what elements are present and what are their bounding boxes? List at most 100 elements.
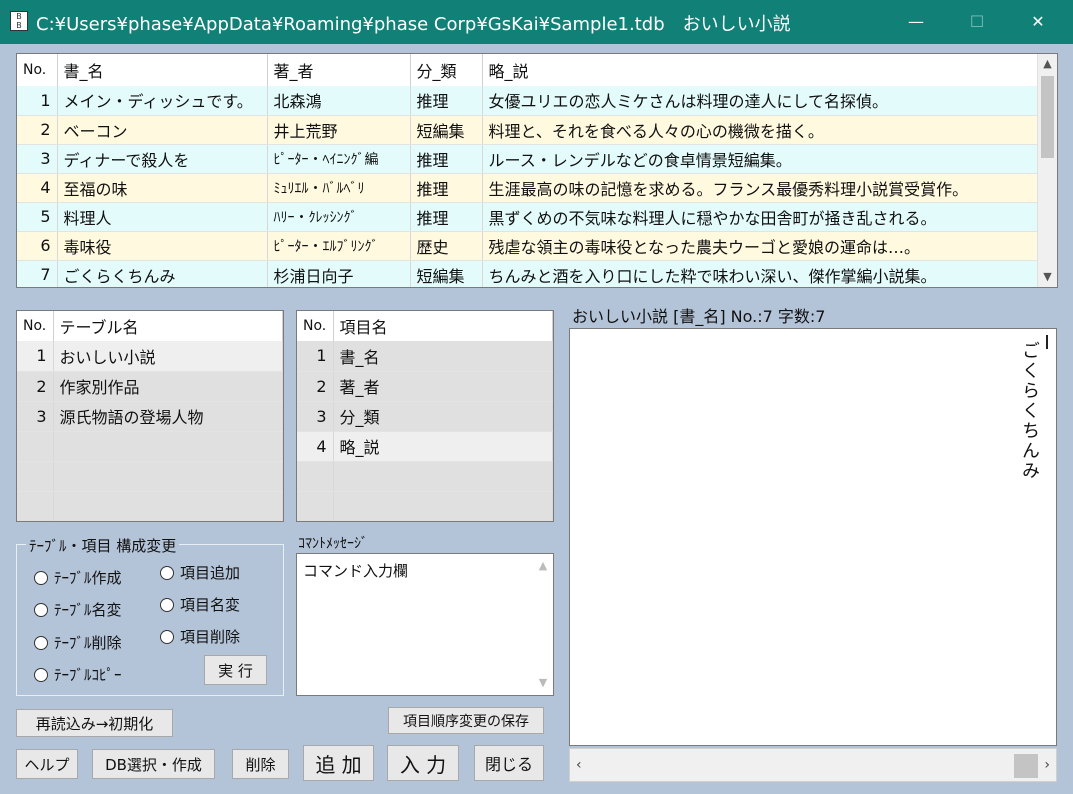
list-item[interactable]: 3 分_類	[297, 401, 553, 432]
col-header-title[interactable]: 書_名	[57, 54, 268, 86]
col-header-category[interactable]: 分_類	[410, 54, 483, 86]
cell-summary[interactable]: 料理と、それを食べる人々の心の機微を描く。	[482, 115, 1038, 145]
db-select-button[interactable]: DB選択・作成	[92, 749, 215, 779]
cell-no[interactable]: 4	[17, 173, 58, 203]
scroll-right-icon[interactable]: ›	[1044, 757, 1050, 773]
preview-hscrollbar[interactable]: ‹ ›	[569, 748, 1057, 782]
scroll-left-icon[interactable]: ‹	[576, 757, 582, 773]
close-button[interactable]: 閉じる	[474, 745, 544, 781]
reload-button[interactable]: 再読込み→初期化	[16, 709, 173, 737]
col-header-author[interactable]: 著_者	[267, 54, 411, 86]
table-row[interactable]: 6 毒味役 ﾋﾟｰﾀｰ・ｴﾙﾌﾞﾘﾝｸﾞ 歴史 残虐な領主の毒味役となった農夫ウ…	[17, 231, 1038, 261]
cell-no[interactable]: 3	[17, 401, 54, 432]
radio-table-copy[interactable]: ﾃｰﾌﾞﾙｺﾋﾟｰ	[34, 664, 122, 685]
cell-summary[interactable]: ルース・レンデルなどの食卓情景短編集。	[482, 144, 1038, 174]
scroll-up-icon[interactable]: ▲	[533, 556, 553, 576]
execute-button[interactable]: 実 行	[204, 655, 267, 685]
cell-title[interactable]: ごくらくちんみ	[57, 260, 268, 287]
save-order-button[interactable]: 項目順序変更の保存	[388, 707, 544, 734]
records-scrollbar[interactable]: ▲ ▼	[1037, 54, 1057, 287]
list-item[interactable]: 1 おいしい小説	[17, 341, 283, 372]
input-button[interactable]: 入 力	[387, 745, 459, 781]
cell-author[interactable]: 北森鴻	[267, 86, 411, 116]
command-scrollbar[interactable]: ▲ ▼	[533, 554, 553, 695]
minimize-button[interactable]: —	[893, 0, 939, 44]
scroll-down-icon[interactable]: ▼	[1038, 267, 1057, 287]
cell-category[interactable]: 推理	[410, 173, 483, 203]
radio-table-rename[interactable]: ﾃｰﾌﾞﾙ名変	[34, 599, 122, 620]
radio-field-add[interactable]: 項目追加	[160, 562, 240, 583]
col-header-summary[interactable]: 略_説	[482, 54, 1038, 86]
cell-no[interactable]: 1	[297, 341, 334, 372]
cell-table-name[interactable]: 源氏物語の登場人物	[53, 401, 283, 432]
cell-field-name[interactable]: 分_類	[333, 401, 553, 432]
cell-author[interactable]: 井上荒野	[267, 115, 411, 145]
cell-table-name[interactable]: 作家別作品	[53, 371, 283, 402]
command-input[interactable]: コマンド入力欄 ▲ ▼	[296, 553, 554, 696]
cell-title[interactable]: 至福の味	[57, 173, 268, 203]
radio-field-delete[interactable]: 項目削除	[160, 626, 240, 647]
list-item[interactable]: 1 書_名	[297, 341, 553, 372]
cell-no[interactable]: 5	[17, 202, 58, 232]
table-row[interactable]: 7 ごくらくちんみ 杉浦日向子 短編集 ちんみと酒を入り口にした粋で味わい深い、…	[17, 260, 1038, 287]
cell-field-name[interactable]: 書_名	[333, 341, 553, 372]
cell-category[interactable]: 歴史	[410, 231, 483, 261]
cell-summary[interactable]: 残虐な領主の毒味役となった農夫ウーゴと愛娘の運命は…。	[482, 231, 1038, 261]
cell-author[interactable]: ﾋﾟｰﾀｰ・ﾍｲﾆﾝｸﾞ編	[267, 144, 411, 174]
cell-category[interactable]: 推理	[410, 202, 483, 232]
scroll-thumb[interactable]	[1014, 754, 1038, 778]
table-row[interactable]: 5 料理人 ﾊﾘｰ・ｸﾚｯｼﾝｸﾞ 推理 黒ずくめの不気味な料理人に穏やかな田舎…	[17, 202, 1038, 232]
cell-title[interactable]: 料理人	[57, 202, 268, 232]
cell-field-name[interactable]: 著_者	[333, 371, 553, 402]
cell-no[interactable]: 1	[17, 341, 54, 372]
scroll-down-icon[interactable]: ▼	[533, 673, 553, 693]
list-item[interactable]: 2 著_者	[297, 371, 553, 402]
cell-title[interactable]: ディナーで殺人を	[57, 144, 268, 174]
cell-field-name[interactable]: 略_説	[333, 431, 553, 462]
col-header-no[interactable]: No.	[17, 54, 58, 86]
help-button[interactable]: ヘルプ	[16, 749, 78, 779]
cell-no[interactable]: 2	[17, 371, 54, 402]
cell-category[interactable]: 推理	[410, 86, 483, 116]
table-row[interactable]: 2 ベーコン 井上荒野 短編集 料理と、それを食べる人々の心の機微を描く。	[17, 115, 1038, 145]
list-item[interactable]: 2 作家別作品	[17, 371, 283, 402]
radio-table-delete[interactable]: ﾃｰﾌﾞﾙ削除	[34, 632, 122, 653]
cell-category[interactable]: 推理	[410, 144, 483, 174]
cell-table-name[interactable]: おいしい小説	[53, 341, 283, 372]
cell-title[interactable]: 毒味役	[57, 231, 268, 261]
cell-title[interactable]: メイン・ディッシュです。	[57, 86, 268, 116]
cell-no[interactable]: 4	[297, 431, 334, 462]
maximize-button[interactable]: ☐	[954, 0, 1000, 44]
cell-no[interactable]: 3	[297, 401, 334, 432]
cell-no[interactable]: 2	[297, 371, 334, 402]
cell-no[interactable]: 2	[17, 115, 58, 145]
delete-button[interactable]: 削除	[232, 749, 289, 779]
cell-summary[interactable]: 生涯最高の味の記憶を求める。フランス最優秀料理小説賞受賞作。	[482, 173, 1038, 203]
list-item[interactable]: 3 源氏物語の登場人物	[17, 401, 283, 432]
table-row[interactable]: 1 メイン・ディッシュです。 北森鴻 推理 女優ユリエの恋人ミケさんは料理の達人…	[17, 86, 1038, 116]
list-item[interactable]: 4 略_説	[297, 431, 553, 462]
add-button[interactable]: 追 加	[303, 745, 374, 781]
cell-author[interactable]: ﾊﾘｰ・ｸﾚｯｼﾝｸﾞ	[267, 202, 411, 232]
cell-title[interactable]: ベーコン	[57, 115, 268, 145]
scroll-thumb[interactable]	[1041, 76, 1054, 158]
cell-summary[interactable]: 黒ずくめの不気味な料理人に穏やかな田舎町が掻き乱される。	[482, 202, 1038, 232]
cell-author[interactable]: ﾐｭﾘｴﾙ・ﾊﾞﾙﾍﾞﾘ	[267, 173, 411, 203]
cell-no[interactable]: 6	[17, 231, 58, 261]
radio-field-rename[interactable]: 項目名変	[160, 594, 240, 615]
cell-author[interactable]: ﾋﾟｰﾀｰ・ｴﾙﾌﾞﾘﾝｸﾞ	[267, 231, 411, 261]
scroll-up-icon[interactable]: ▲	[1038, 54, 1057, 74]
cell-summary[interactable]: ちんみと酒を入り口にした粋で味わい深い、傑作掌編小説集。	[482, 260, 1038, 287]
cell-author[interactable]: 杉浦日向子	[267, 260, 411, 287]
table-row[interactable]: 3 ディナーで殺人を ﾋﾟｰﾀｰ・ﾍｲﾆﾝｸﾞ編 推理 ルース・レンデルなどの食…	[17, 144, 1038, 174]
cell-category[interactable]: 短編集	[410, 115, 483, 145]
preview-area[interactable]: ごくらくちんみ	[569, 328, 1057, 746]
cell-summary[interactable]: 女優ユリエの恋人ミケさんは料理の達人にして名探偵。	[482, 86, 1038, 116]
cell-category[interactable]: 短編集	[410, 260, 483, 287]
table-row[interactable]: 4 至福の味 ﾐｭﾘｴﾙ・ﾊﾞﾙﾍﾞﾘ 推理 生涯最高の味の記憶を求める。フラン…	[17, 173, 1038, 203]
cell-no[interactable]: 1	[17, 86, 58, 116]
close-window-button[interactable]: ✕	[1015, 0, 1061, 44]
cell-no[interactable]: 7	[17, 260, 58, 287]
cell-no[interactable]: 3	[17, 144, 58, 174]
radio-table-create[interactable]: ﾃｰﾌﾞﾙ作成	[34, 567, 122, 588]
